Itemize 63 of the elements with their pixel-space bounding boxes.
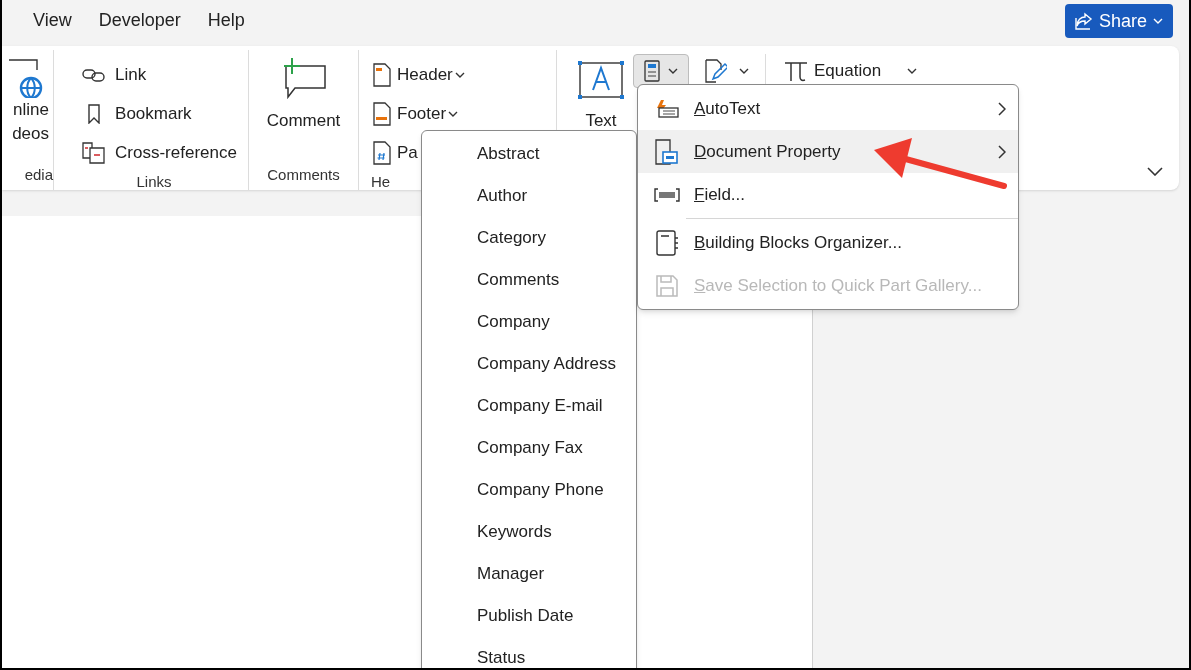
ribbon-button[interactable]: Pa (369, 136, 418, 170)
share-icon (1074, 12, 1093, 30)
online-videos-button[interactable]: nline deos (9, 58, 53, 146)
text-box-icon (577, 60, 625, 100)
ribbon-tab[interactable]: Help (207, 0, 245, 42)
menu-item[interactable]: Category (422, 217, 636, 259)
quick-parts-button[interactable] (633, 54, 689, 88)
page-number-icon (373, 141, 391, 165)
menu-item[interactable]: Company Fax (422, 427, 636, 469)
group-label: Links (136, 173, 172, 190)
field-icon (654, 187, 680, 202)
pen-document-icon (705, 59, 727, 83)
cross-reference-icon (82, 142, 107, 164)
menu-item[interactable]: Building Blocks Organizer... (638, 218, 1018, 264)
chevron-down-icon (739, 68, 749, 74)
group-label: edia (24, 167, 53, 182)
ribbon-button[interactable]: Link (81, 58, 147, 92)
ribbon-button[interactable]: Footer (369, 97, 459, 131)
chevron-down-icon (1153, 18, 1163, 24)
menu-item[interactable]: Company Phone (422, 469, 636, 511)
menu-item[interactable]: Document Property (638, 130, 1018, 173)
quick-parts-icon (644, 60, 660, 82)
ribbon-tab[interactable]: View (33, 0, 72, 42)
menu-item[interactable]: Keywords (422, 511, 636, 553)
notebook-icon (655, 229, 679, 256)
group-label: He (371, 173, 391, 190)
menu-item[interactable]: Comments (422, 259, 636, 301)
ribbon-button[interactable]: Cross-reference (81, 136, 237, 170)
menu-item[interactable]: Author (422, 175, 636, 217)
chevron-down-icon (907, 68, 918, 74)
chevron-down-icon (448, 111, 459, 117)
ribbon-button[interactable]: Bookmark (81, 97, 192, 131)
chevron-right-icon (998, 144, 1006, 159)
save-icon (655, 273, 679, 298)
ribbon-tab[interactable]: Developer (98, 0, 181, 42)
menu-item[interactable]: Abstract (422, 133, 636, 175)
chevron-right-icon (998, 101, 1006, 116)
menu-item[interactable]: Publish Date (422, 595, 636, 637)
pi-icon (784, 60, 808, 82)
chevron-down-icon (668, 68, 678, 74)
chevron-down-icon (454, 72, 465, 78)
footer-icon (373, 102, 391, 126)
menu-item[interactable]: Company Address (422, 343, 636, 385)
share-button[interactable]: Share (1064, 4, 1173, 38)
comment-button[interactable]: Comment (266, 56, 341, 134)
ribbon-button[interactable]: Header (369, 58, 465, 92)
button-label: deos (12, 123, 49, 145)
group-label: Comments (267, 167, 340, 182)
menu-item[interactable]: Field... (638, 173, 1018, 216)
bookmark-icon (87, 104, 102, 124)
menu-item[interactable]: Status (422, 637, 636, 668)
equation-button[interactable]: Equation (774, 54, 928, 88)
autotext-icon (655, 98, 679, 119)
chevron-down-icon (1147, 167, 1163, 176)
menu-item[interactable]: AutoText (638, 87, 1018, 130)
document-property-icon (655, 138, 679, 165)
text-box-button[interactable]: Text (577, 54, 625, 134)
header-icon (373, 63, 391, 87)
button-label: nline (13, 99, 49, 121)
menu-item[interactable]: Manager (422, 553, 636, 595)
menu-item[interactable]: Company (422, 301, 636, 343)
link-icon (82, 67, 107, 83)
menu-item[interactable]: Company E-mail (422, 385, 636, 427)
